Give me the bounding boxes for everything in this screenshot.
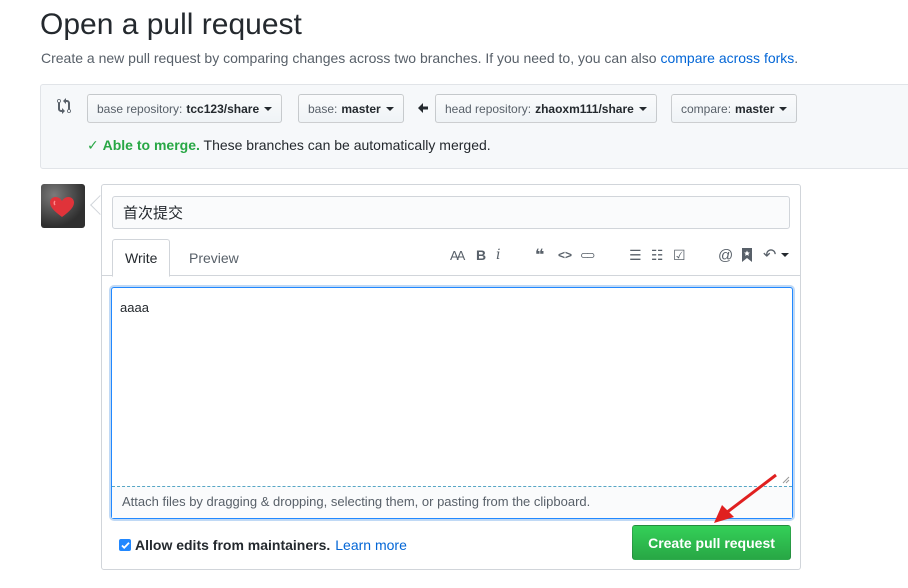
resize-handle-icon[interactable] bbox=[782, 476, 790, 484]
subtitle-end: . bbox=[794, 50, 799, 66]
saved-reply-icon[interactable] bbox=[741, 247, 753, 263]
head-repository-select[interactable]: head repository: zhaoxm111/share bbox=[435, 94, 657, 123]
caret-down-icon bbox=[781, 253, 790, 257]
learn-more-link[interactable]: Learn more bbox=[335, 537, 407, 553]
allow-edits-option: Allow edits from maintainers. Learn more bbox=[119, 537, 407, 553]
base-repo-value: tcc123/share bbox=[186, 101, 260, 116]
merge-status: ✓ Able to merge. These branches can be a… bbox=[87, 137, 491, 154]
page-title: Open a pull request bbox=[40, 8, 302, 41]
base-repo-label: base repository: bbox=[97, 101, 183, 116]
pull-request-form: 首次提交 Write Preview AA B i ❝ <> ⊂⊃ ☰ ☷ ☑ … bbox=[101, 184, 801, 570]
header-icon[interactable]: AA bbox=[450, 247, 465, 263]
create-pull-request-button[interactable]: Create pull request bbox=[632, 525, 791, 560]
base-value: master bbox=[341, 101, 381, 116]
compare-value: master bbox=[735, 101, 775, 116]
checkmark-icon bbox=[120, 541, 130, 549]
task-list-icon[interactable]: ☑ bbox=[673, 247, 686, 263]
arrow-left-icon bbox=[418, 103, 428, 113]
avatar[interactable] bbox=[41, 184, 85, 228]
caret-down-icon bbox=[779, 106, 788, 111]
head-repo-value: zhaoxm111/share bbox=[535, 101, 634, 116]
merge-status-message: These branches can be automatically merg… bbox=[199, 137, 491, 153]
pr-body-text: aaaa bbox=[120, 300, 149, 315]
mention-icon[interactable]: @ bbox=[718, 247, 733, 264]
link-icon[interactable]: ⊂⊃ bbox=[580, 247, 596, 263]
merge-status-label: Able to merge. bbox=[102, 137, 200, 153]
caret-down-icon bbox=[638, 106, 647, 111]
reply-arrow-icon: ↶ bbox=[763, 247, 777, 264]
base-repository-select[interactable]: base repository: tcc123/share bbox=[87, 94, 283, 123]
caret-down-icon bbox=[385, 106, 394, 111]
head-repo-label: head repository: bbox=[445, 101, 532, 116]
pr-title-input[interactable]: 首次提交 bbox=[112, 196, 790, 229]
ordered-list-icon[interactable]: ☷ bbox=[651, 247, 664, 263]
caret-down-icon bbox=[264, 106, 273, 111]
compare-forks-link[interactable]: compare across forks bbox=[660, 50, 794, 66]
italic-icon[interactable]: i bbox=[496, 247, 500, 263]
tab-preview[interactable]: Preview bbox=[177, 239, 251, 276]
compare-branch-select[interactable]: compare: master bbox=[671, 94, 798, 123]
bold-icon[interactable]: B bbox=[476, 247, 486, 263]
compare-label: compare: bbox=[681, 101, 732, 116]
reply-icon[interactable]: ↶ bbox=[763, 247, 790, 264]
code-icon[interactable]: <> bbox=[558, 247, 572, 263]
pr-body-textarea[interactable]: aaaa Attach files by dragging & dropping… bbox=[111, 287, 793, 519]
check-icon: ✓ bbox=[87, 137, 99, 153]
quote-icon[interactable]: ❝ bbox=[535, 247, 544, 264]
base-branch-select[interactable]: base: master bbox=[298, 94, 404, 123]
file-attach-area[interactable]: Attach files by dragging & dropping, sel… bbox=[112, 486, 792, 518]
allow-edits-label[interactable]: Allow edits from maintainers. bbox=[135, 537, 330, 553]
annotation-arrow-icon bbox=[714, 473, 777, 523]
base-label: base: bbox=[308, 101, 338, 116]
tab-write[interactable]: Write bbox=[112, 239, 171, 277]
subtitle-text: Create a new pull request by comparing c… bbox=[41, 50, 661, 66]
allow-edits-checkbox[interactable] bbox=[119, 539, 131, 551]
git-compare-icon bbox=[57, 98, 71, 114]
range-editor: base repository: tcc123/share base: mast… bbox=[40, 84, 908, 169]
heart-icon bbox=[50, 197, 74, 217]
unordered-list-icon[interactable]: ☰ bbox=[629, 247, 642, 263]
page-subtitle: Create a new pull request by comparing c… bbox=[41, 50, 798, 66]
